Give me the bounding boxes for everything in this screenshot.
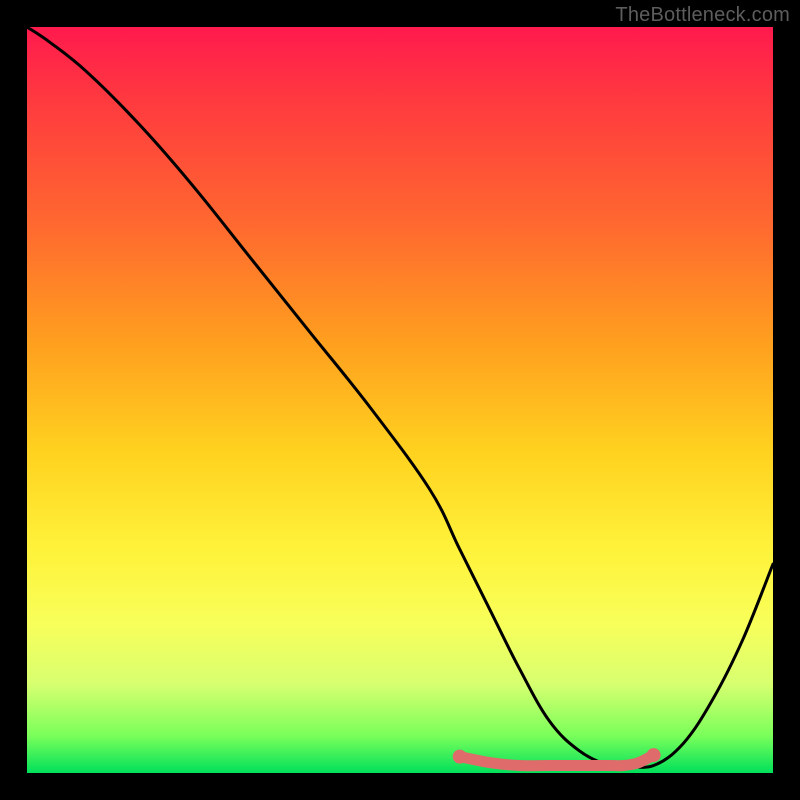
chart-stage: TheBottleneck.com [0,0,800,800]
curve-svg [27,27,773,773]
marker-band [460,755,654,766]
plot-area [27,27,773,773]
bottleneck-curve [27,27,773,767]
watermark-text: TheBottleneck.com [615,4,790,27]
marker-dot-left [453,750,467,764]
marker-dot-right [647,748,661,762]
